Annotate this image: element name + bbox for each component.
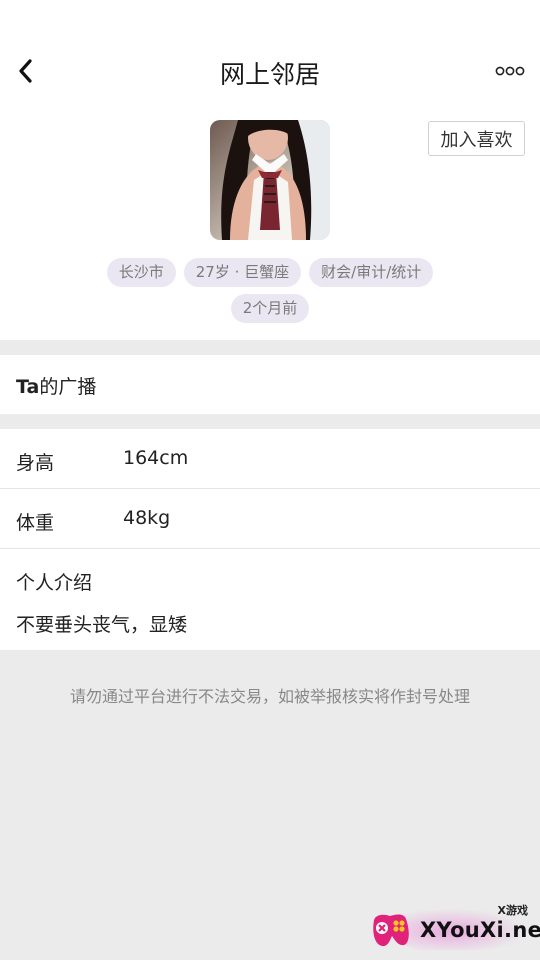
page-title: 网上邻居	[219, 60, 320, 89]
add-to-favorites-button[interactable]: 加入喜欢	[428, 121, 525, 156]
tag-list: 长沙市 27岁 · 巨蟹座 财会/审计/统计	[0, 258, 540, 287]
height-label: 身高	[16, 452, 55, 474]
weight-value: 48kg	[123, 507, 171, 529]
weight-row: 体重 48kg	[0, 489, 540, 549]
tag-city: 长沙市	[106, 258, 176, 287]
last-active-badge: 2个月前	[230, 294, 310, 323]
info-section: 身高 164cm 体重 48kg 个人介绍 不要垂头丧气，显矮	[0, 429, 540, 650]
site-watermark: X游戏 XYouXi.net	[368, 902, 540, 954]
weight-label: 体重	[16, 512, 55, 534]
intro-text: 不要垂头丧气，显矮	[16, 614, 188, 636]
warning-notice: 请勿通过平台进行不法交易，如被举报核实将作封号处理	[69, 687, 470, 706]
broadcast-section[interactable]: Ta的广播	[0, 355, 540, 414]
watermark-tag: X游戏	[497, 904, 528, 917]
avatar[interactable]	[210, 120, 330, 240]
broadcast-label: Ta的广播	[16, 376, 97, 398]
height-row: 身高 164cm	[0, 429, 540, 489]
tag-occupation: 财会/审计/统计	[309, 258, 434, 287]
height-value: 164cm	[123, 447, 189, 469]
more-dots-icon	[495, 66, 525, 76]
watermark-text: XYouXi.net	[420, 918, 540, 942]
gamepad-logo-icon	[373, 914, 409, 947]
tag-age-zodiac: 27岁 · 巨蟹座	[183, 258, 302, 287]
profile-card: 加入喜欢 长沙市 27岁 · 巨蟹座 财会/审计/统计 2个月前	[0, 110, 540, 340]
intro-label: 个人介绍	[16, 572, 93, 594]
more-button[interactable]	[494, 60, 526, 82]
header-bar: 网上邻居	[0, 0, 540, 110]
